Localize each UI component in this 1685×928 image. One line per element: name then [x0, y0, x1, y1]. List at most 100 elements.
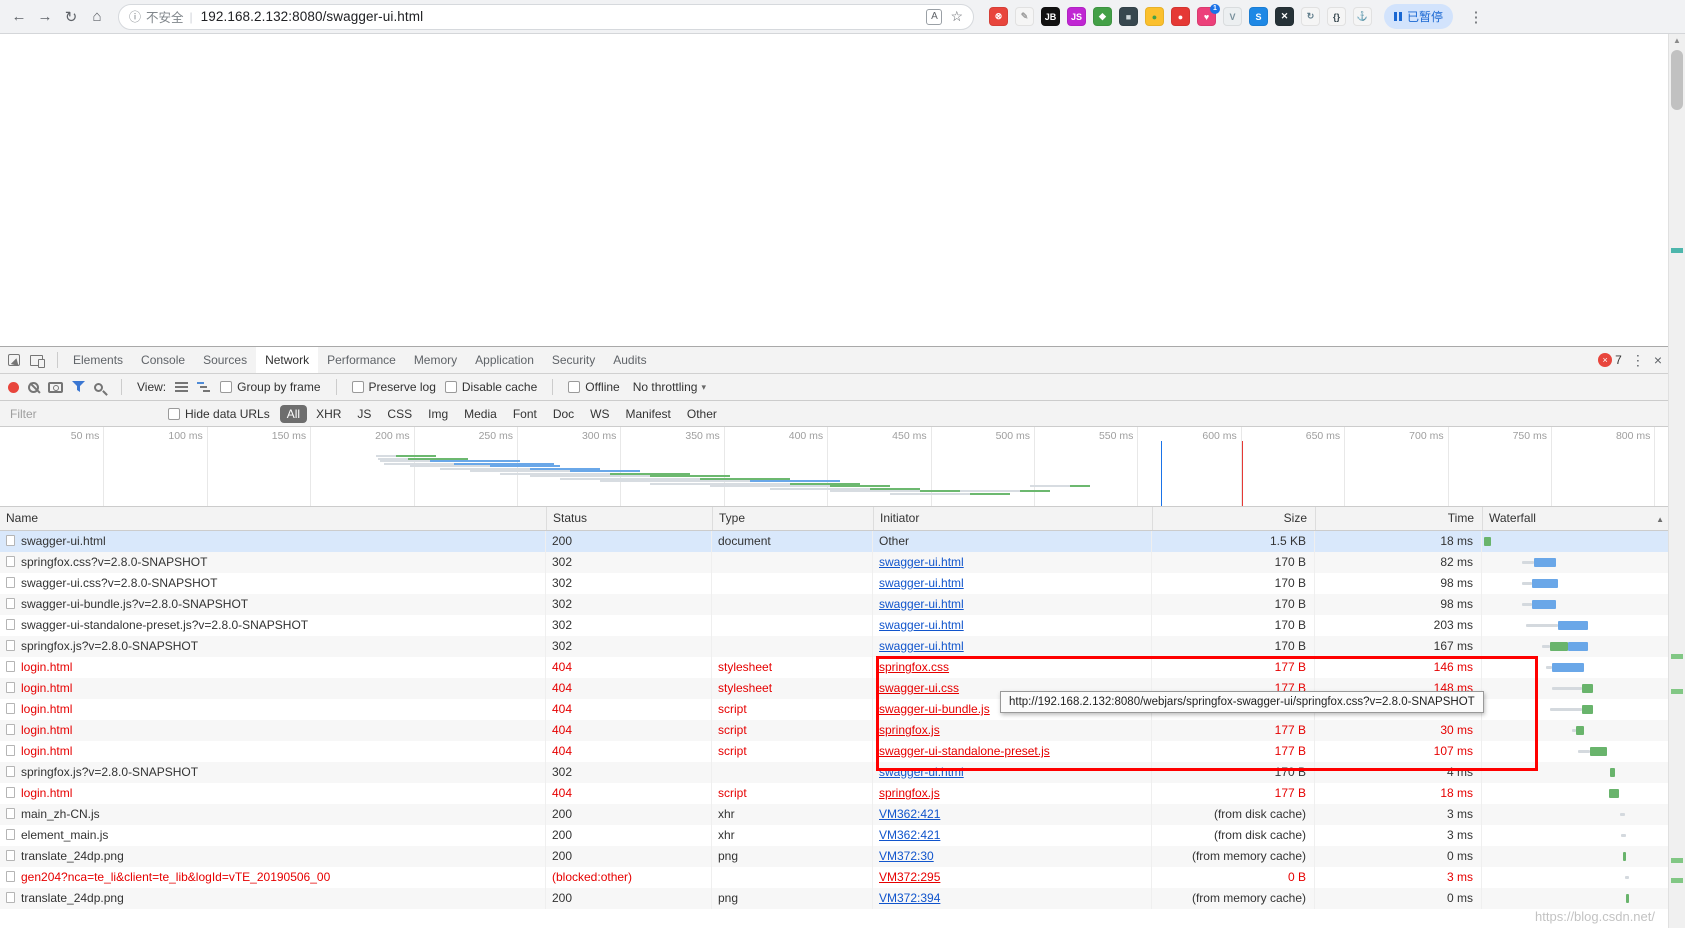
table-row[interactable]: main_zh-CN.js 200 xhr VM362:421 (from di… — [0, 804, 1668, 825]
scrollbar-up-icon[interactable]: ▲ — [1669, 36, 1685, 45]
tab-sources[interactable]: Sources — [194, 347, 256, 373]
tab-application[interactable]: Application — [466, 347, 543, 373]
table-row[interactable]: swagger-ui.css?v=2.8.0-SNAPSHOT 302 swag… — [0, 573, 1668, 594]
screenshot-capture-icon[interactable] — [48, 381, 63, 393]
filter-font[interactable]: Font — [506, 405, 544, 423]
initiator-link[interactable]: VM362:421 — [879, 828, 940, 842]
extension-icon[interactable]: JB — [1041, 7, 1060, 26]
extension-icon[interactable]: ✎ — [1015, 7, 1034, 26]
error-count-icon[interactable]: × — [1598, 353, 1613, 367]
initiator-link[interactable]: VM372:295 — [879, 870, 940, 884]
group-by-frame-checkbox[interactable]: Group by frame — [220, 380, 321, 394]
column-header-name[interactable]: Name — [0, 507, 546, 530]
table-row[interactable]: swagger-ui.html 200 document Other 1.5 K… — [0, 531, 1668, 552]
column-header-status[interactable]: Status — [546, 507, 712, 530]
devtools-close-icon[interactable]: × — [1654, 352, 1662, 368]
filter-img[interactable]: Img — [421, 405, 455, 423]
scrollbar-thumb[interactable] — [1671, 50, 1683, 110]
table-row[interactable]: translate_24dp.png 200 png VM372:394 (fr… — [0, 888, 1668, 909]
filter-css[interactable]: CSS — [380, 405, 419, 423]
device-toolbar-icon[interactable] — [30, 354, 45, 368]
filter-js[interactable]: JS — [350, 405, 378, 423]
initiator-link[interactable]: swagger-ui.html — [879, 555, 964, 569]
inspect-element-icon[interactable] — [8, 354, 20, 366]
tab-console[interactable]: Console — [132, 347, 194, 373]
scrollbar[interactable]: ▲ — [1668, 34, 1685, 928]
extension-icon[interactable]: ✕ — [1275, 7, 1294, 26]
home-icon[interactable]: ⌂ — [84, 8, 110, 25]
initiator-link[interactable]: swagger-ui.html — [879, 597, 964, 611]
filter-input[interactable] — [8, 405, 158, 422]
extension-icon[interactable]: ♥ 1 — [1197, 4, 1220, 26]
extension-icon[interactable]: ● — [1145, 7, 1164, 26]
tab-performance[interactable]: Performance — [318, 347, 405, 373]
table-row[interactable]: login.html 404 script springfox.js 177 B… — [0, 783, 1668, 804]
initiator-link[interactable]: VM372:30 — [879, 849, 934, 863]
table-row[interactable]: springfox.css?v=2.8.0-SNAPSHOT 302 swagg… — [0, 552, 1668, 573]
initiator-link[interactable]: swagger-ui.html — [879, 576, 964, 590]
extension-icon[interactable]: ◆ — [1093, 7, 1112, 26]
extension-icon[interactable]: JS — [1067, 7, 1086, 26]
extension-icon[interactable]: ● — [1171, 7, 1190, 26]
address-bar[interactable]: ⓘ 不安全 | 192.168.2.132:8080/swagger-ui.ht… — [118, 3, 974, 30]
preserve-log-checkbox[interactable]: Preserve log — [351, 380, 436, 394]
column-header-time[interactable]: Time — [1315, 507, 1482, 530]
initiator-link[interactable]: springfox.js — [879, 786, 940, 800]
filter-doc[interactable]: Doc — [546, 405, 581, 423]
url-text[interactable]: 192.168.2.132:8080/swagger-ui.html — [201, 9, 424, 24]
table-row[interactable]: gen204?nca=te_li&client=te_lib&logId=vTE… — [0, 867, 1668, 888]
extension-icon[interactable]: ⊗ — [989, 7, 1008, 26]
view-list-icon[interactable] — [175, 381, 189, 393]
filter-media[interactable]: Media — [457, 405, 504, 423]
extension-icon[interactable]: V — [1223, 7, 1242, 26]
tab-audits[interactable]: Audits — [604, 347, 655, 373]
tab-elements[interactable]: Elements — [64, 347, 132, 373]
initiator-link[interactable]: swagger-ui.html — [879, 618, 964, 632]
table-row[interactable]: swagger-ui-standalone-preset.js?v=2.8.0-… — [0, 615, 1668, 636]
extension-icon[interactable]: ⚓ — [1353, 7, 1372, 26]
disable-cache-checkbox[interactable]: Disable cache — [444, 380, 537, 394]
offline-checkbox[interactable]: Offline — [568, 380, 620, 394]
filter-other[interactable]: Other — [680, 405, 724, 423]
column-header-waterfall[interactable]: Waterfall ▲ — [1482, 507, 1668, 530]
column-header-type[interactable]: Type — [712, 507, 873, 530]
clear-button[interactable] — [28, 381, 39, 393]
extension-icon[interactable]: {} — [1327, 7, 1346, 26]
table-row[interactable]: element_main.js 200 xhr VM362:421 (from … — [0, 825, 1668, 846]
overview-bar — [600, 480, 750, 482]
search-icon[interactable] — [94, 382, 103, 392]
back-icon[interactable]: ← — [6, 8, 32, 25]
throttling-select[interactable]: No throttling ▾ — [633, 380, 706, 394]
filter-all[interactable]: All — [279, 404, 308, 423]
translate-icon[interactable]: A — [926, 8, 943, 25]
devtools-menu-icon[interactable]: ⋮ — [1631, 352, 1645, 369]
tab-network[interactable]: Network — [256, 347, 319, 373]
extension-icon[interactable]: S — [1249, 7, 1268, 26]
reload-icon[interactable]: ↻ — [58, 8, 84, 26]
paused-badge[interactable]: 已暂停 — [1384, 4, 1454, 29]
initiator-link[interactable]: VM372:394 — [879, 891, 940, 905]
tab-memory[interactable]: Memory — [405, 347, 466, 373]
column-header-initiator[interactable]: Initiator — [873, 507, 1152, 530]
filter-toggle-icon[interactable] — [72, 381, 85, 393]
column-header-size[interactable]: Size — [1152, 507, 1315, 530]
site-info-icon[interactable]: ⓘ — [129, 8, 141, 25]
view-waterfall-icon[interactable] — [197, 381, 212, 393]
browser-menu-icon[interactable]: ⋮ — [1463, 8, 1489, 26]
timeline-overview[interactable]: 50 ms 100 ms 150 ms 200 ms 250 ms 300 ms 350 m… — [0, 427, 1668, 507]
filter-manifest[interactable]: Manifest — [619, 405, 678, 423]
tab-security[interactable]: Security — [543, 347, 604, 373]
extension-icon[interactable]: ↻ — [1301, 7, 1320, 26]
table-row[interactable]: translate_24dp.png 200 png VM372:30 (fro… — [0, 846, 1668, 867]
filter-ws[interactable]: WS — [583, 405, 616, 423]
table-row[interactable]: springfox.js?v=2.8.0-SNAPSHOT 302 swagge… — [0, 636, 1668, 657]
filter-xhr[interactable]: XHR — [309, 405, 348, 423]
table-row[interactable]: swagger-ui-bundle.js?v=2.8.0-SNAPSHOT 30… — [0, 594, 1668, 615]
forward-icon[interactable]: → — [32, 8, 58, 25]
initiator-link[interactable]: swagger-ui.html — [879, 639, 964, 653]
bookmark-star-icon[interactable]: ☆ — [950, 8, 963, 25]
extension-icon[interactable]: ■ — [1119, 7, 1138, 26]
record-button[interactable] — [8, 381, 19, 393]
hide-data-urls-checkbox[interactable]: Hide data URLs — [168, 407, 270, 421]
initiator-link[interactable]: VM362:421 — [879, 807, 940, 821]
